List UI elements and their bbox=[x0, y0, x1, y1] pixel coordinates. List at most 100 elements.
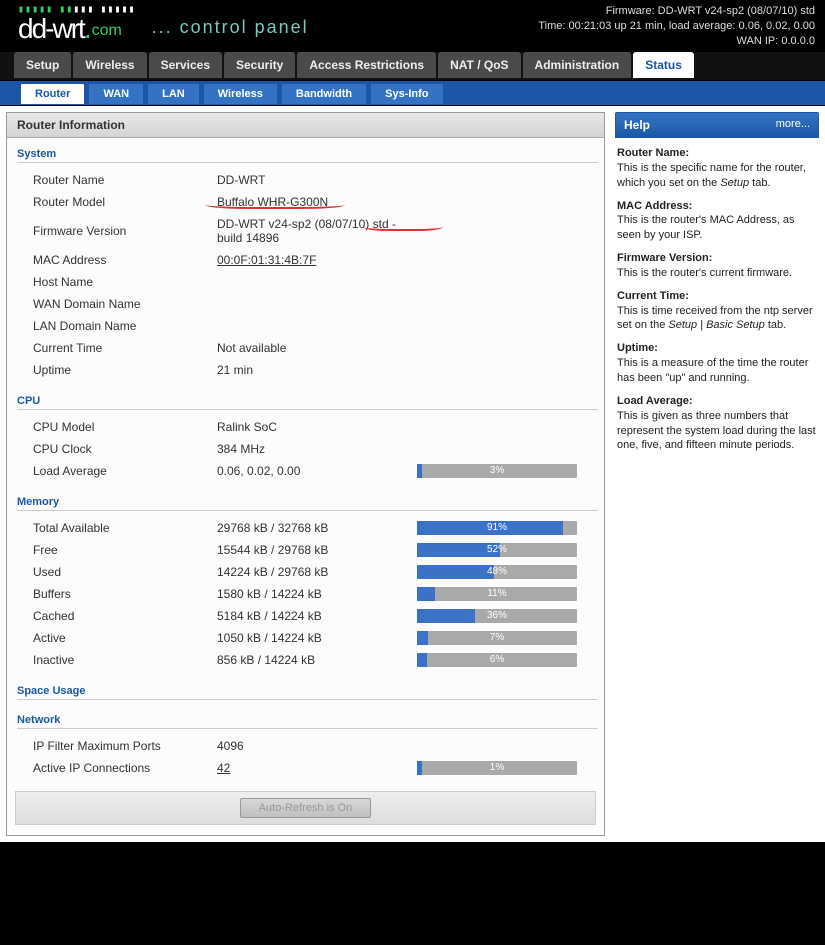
key: CPU Clock bbox=[13, 438, 213, 460]
key: LAN Domain Name bbox=[13, 315, 213, 337]
row-cpu-clock: CPU Clock384 MHz bbox=[13, 438, 598, 460]
row-router-name: Router NameDD-WRT bbox=[13, 169, 598, 191]
nav2-item-bandwidth[interactable]: Bandwidth bbox=[281, 83, 367, 105]
val: 856 kB / 14224 kB bbox=[213, 649, 413, 671]
val: 42 bbox=[213, 757, 413, 779]
row-total-available: Total Available29768 kB / 32768 kB91% bbox=[13, 517, 598, 539]
help-item-text: This is given as three numbers that repr… bbox=[617, 409, 817, 454]
key: Buffers bbox=[13, 583, 213, 605]
help-item-text: This is time received from the ntp serve… bbox=[617, 304, 817, 334]
help-more-link[interactable]: more... bbox=[776, 118, 810, 132]
help-item-title: Router Name: bbox=[617, 146, 817, 161]
row-inactive: Inactive856 kB / 14224 kB 6% bbox=[13, 649, 598, 671]
nav2-item-lan[interactable]: LAN bbox=[147, 83, 200, 105]
val: 1050 kB / 14224 kB bbox=[213, 627, 413, 649]
help-item-title: Uptime: bbox=[617, 341, 817, 356]
nav1-item-setup[interactable]: Setup bbox=[14, 52, 71, 78]
link[interactable]: 00:0F:01:31:4B:7F bbox=[217, 253, 316, 267]
progress-bar: 11% bbox=[417, 587, 577, 601]
val: 29768 kB / 32768 kB bbox=[213, 517, 413, 539]
row-ip-filter-maximum-ports: IP Filter Maximum Ports4096 bbox=[13, 735, 598, 757]
help-item-text: This is the router's MAC Address, as see… bbox=[617, 213, 817, 243]
key: Free bbox=[13, 539, 213, 561]
help-title: Help bbox=[624, 118, 650, 132]
row-uptime: Uptime21 min bbox=[13, 359, 598, 381]
key: Used bbox=[13, 561, 213, 583]
header-bar: Firmware: DD-WRT v24-sp2 (08/07/10) std … bbox=[0, 0, 825, 52]
key: Active IP Connections bbox=[13, 757, 213, 779]
val bbox=[213, 315, 413, 337]
key: MAC Address bbox=[13, 249, 213, 271]
help-item-title: MAC Address: bbox=[617, 199, 817, 214]
val: 0.06, 0.02, 0.00 bbox=[213, 460, 413, 482]
sub-nav: RouterWANLANWirelessBandwidthSys-Info bbox=[0, 80, 825, 106]
key: CPU Model bbox=[13, 416, 213, 438]
val: 00:0F:01:31:4B:7F bbox=[213, 249, 413, 271]
link[interactable]: 42 bbox=[217, 761, 230, 775]
val: 14224 kB / 29768 kB bbox=[213, 561, 413, 583]
val: Buffalo WHR-G300N bbox=[213, 191, 413, 213]
key: Load Average bbox=[13, 460, 213, 482]
progress-bar: 6% bbox=[417, 653, 577, 667]
val: Ralink SoC bbox=[213, 416, 413, 438]
row-active-ip-connections: Active IP Connections 42 1% bbox=[13, 757, 598, 779]
progress-bar: 3% bbox=[417, 464, 577, 478]
val: 384 MHz bbox=[213, 438, 413, 460]
help-sidebar: Help more... Router Name:This is the spe… bbox=[615, 112, 819, 836]
time-line: Time: 00:21:03 up 21 min, load average: … bbox=[538, 19, 815, 34]
nav1-item-access-restrictions[interactable]: Access Restrictions bbox=[297, 52, 436, 78]
key: Router Name bbox=[13, 169, 213, 191]
firmware-line: Firmware: DD-WRT v24-sp2 (08/07/10) std bbox=[538, 4, 815, 19]
section-head-cpu: CPU bbox=[17, 393, 598, 410]
help-item-title: Firmware Version: bbox=[617, 251, 817, 266]
nav2-item-wireless[interactable]: Wireless bbox=[203, 83, 278, 105]
section-head-space: Space Usage bbox=[17, 683, 598, 700]
key: Cached bbox=[13, 605, 213, 627]
help-item-title: Current Time: bbox=[617, 289, 817, 304]
row-cpu-model: CPU ModelRalink SoC bbox=[13, 416, 598, 438]
help-item-text: This is the specific name for the router… bbox=[617, 161, 817, 191]
help-item-text: This is a measure of the time the router… bbox=[617, 356, 817, 386]
key: Uptime bbox=[13, 359, 213, 381]
key: Inactive bbox=[13, 649, 213, 671]
row-current-time: Current TimeNot available bbox=[13, 337, 598, 359]
nav2-item-router[interactable]: Router bbox=[20, 83, 85, 105]
key: WAN Domain Name bbox=[13, 293, 213, 315]
progress-bar: 48% bbox=[417, 565, 577, 579]
row-used: Used14224 kB / 29768 kB 48% bbox=[13, 561, 598, 583]
nav1-item-nat-qos[interactable]: NAT / QoS bbox=[438, 52, 520, 78]
progress-bar: 36% bbox=[417, 609, 577, 623]
auto-refresh-button[interactable]: Auto-Refresh is On bbox=[240, 798, 372, 818]
logo: ▮▮▮▮▮ ▮▮▮▮▮ ▮▮▮▮▮ dd-wrt.com ... control… bbox=[18, 4, 309, 45]
nav1-item-administration[interactable]: Administration bbox=[523, 52, 632, 78]
nav2-item-sys-info[interactable]: Sys-Info bbox=[370, 83, 443, 105]
key: Host Name bbox=[13, 271, 213, 293]
main-panel: Router Information System Router NameDD-… bbox=[6, 112, 605, 836]
val: 4096 bbox=[213, 735, 413, 757]
nav1-item-security[interactable]: Security bbox=[224, 52, 295, 78]
row-router-model: Router ModelBuffalo WHR-G300N bbox=[13, 191, 598, 213]
nav1-item-services[interactable]: Services bbox=[149, 52, 222, 78]
progress-bar: 7% bbox=[417, 631, 577, 645]
progress-bar: 1% bbox=[417, 761, 577, 775]
row-firmware-version: Firmware VersionDD-WRT v24-sp2 (08/07/10… bbox=[13, 213, 598, 249]
key: IP Filter Maximum Ports bbox=[13, 735, 213, 757]
row-host-name: Host Name bbox=[13, 271, 598, 293]
nav1-item-status[interactable]: Status bbox=[633, 52, 694, 78]
row-lan-domain-name: LAN Domain Name bbox=[13, 315, 598, 337]
help-item-text: This is the router's current firmware. bbox=[617, 266, 817, 281]
row-mac-address: MAC Address 00:0F:01:31:4B:7F bbox=[13, 249, 598, 271]
section-head-memory: Memory bbox=[17, 494, 598, 511]
nav2-item-wan[interactable]: WAN bbox=[88, 83, 144, 105]
row-free: Free15544 kB / 29768 kB52% bbox=[13, 539, 598, 561]
val bbox=[213, 271, 413, 293]
section-network: Network IP Filter Maximum Ports4096Activ… bbox=[7, 712, 604, 779]
val: 21 min bbox=[213, 359, 413, 381]
val: 1580 kB / 14224 kB bbox=[213, 583, 413, 605]
row-load-average: Load Average0.06, 0.02, 0.00 3% bbox=[13, 460, 598, 482]
key: Total Available bbox=[13, 517, 213, 539]
key: Current Time bbox=[13, 337, 213, 359]
val: DD-WRT bbox=[213, 169, 413, 191]
nav1-item-wireless[interactable]: Wireless bbox=[73, 52, 146, 78]
main-title: Router Information bbox=[7, 113, 604, 138]
